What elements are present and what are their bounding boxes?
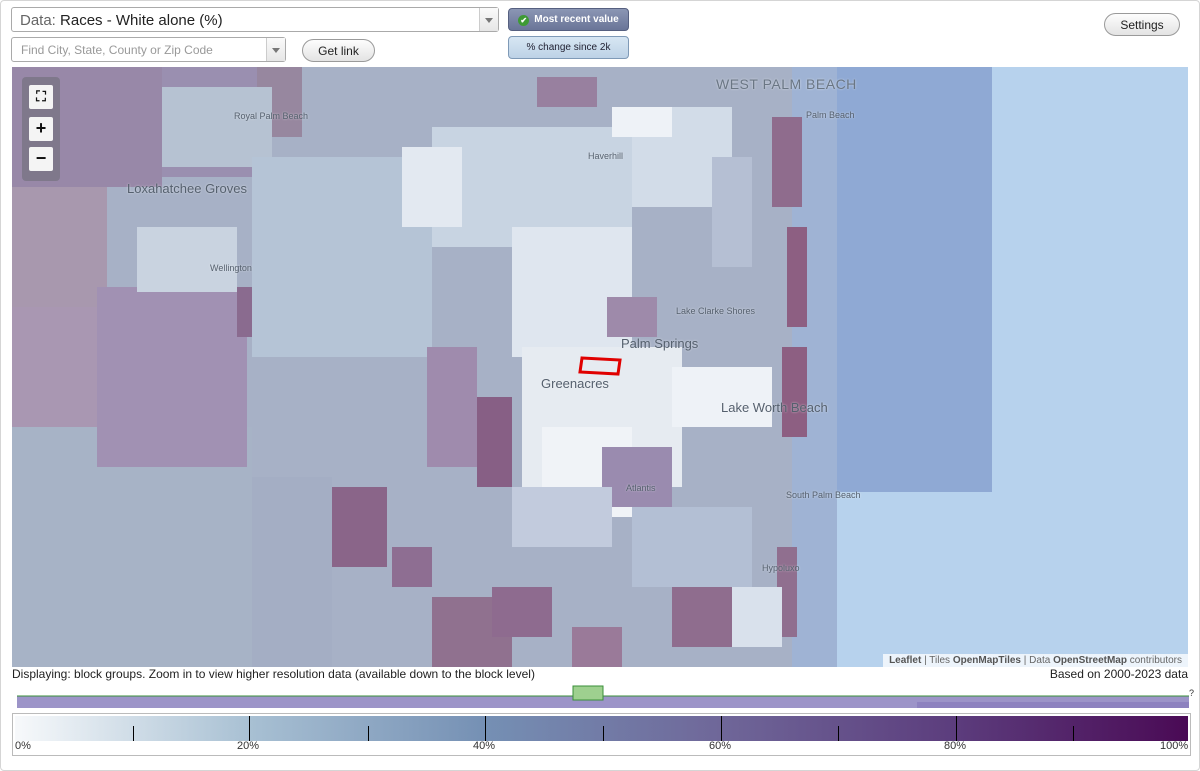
location-search-input[interactable]: Find City, State, County or Zip Code — [11, 37, 286, 62]
legend-minor-tick — [368, 726, 369, 741]
place-west-palm-beach: WEST PALM BEACH — [716, 76, 857, 92]
zoom-control: ⛶ + − — [22, 77, 60, 181]
fullscreen-icon[interactable]: ⛶ — [29, 85, 53, 109]
legend-label: 20% — [237, 740, 260, 752]
zoom-in-button[interactable]: + — [29, 117, 53, 141]
place-wellington: Wellington — [210, 263, 252, 273]
distribution-histogram — [17, 685, 1189, 708]
place-south-palm-beach: South Palm Beach — [786, 490, 861, 500]
histogram-help-icon[interactable]: ? — [1189, 688, 1194, 698]
chevron-down-icon[interactable] — [266, 38, 285, 61]
get-link-button[interactable]: Get link — [302, 39, 375, 62]
data-range-note: Based on 2000-2023 data — [1049, 667, 1188, 681]
place-loxahatchee-groves: Loxahatchee Groves — [127, 181, 247, 196]
place-royal-palm-beach: Royal Palm Beach — [234, 111, 309, 121]
legend-minor-tick — [838, 726, 839, 741]
settings-button[interactable]: Settings — [1104, 13, 1180, 36]
legend-gradient — [15, 716, 1188, 741]
zoom-out-button[interactable]: − — [29, 147, 53, 171]
legend-minor-tick — [1073, 726, 1074, 741]
legend-minor-tick — [133, 726, 134, 741]
legend-label: 40% — [473, 740, 496, 752]
openstreetmap-link[interactable]: OpenStreetMap — [1053, 655, 1127, 666]
data-variable-select[interactable]: Data: Races - White alone (%) — [11, 7, 499, 32]
legend-minor-tick — [603, 726, 604, 741]
place-atlantis: Atlantis — [626, 483, 656, 493]
place-hypoluxo: Hypoluxo — [762, 563, 800, 573]
legend-major-tick — [956, 716, 957, 741]
legend-label: 80% — [944, 740, 967, 752]
most-recent-value-button[interactable]: ✔ Most recent value — [508, 8, 629, 31]
check-icon: ✔ — [518, 15, 530, 26]
place-lake-clarke-shores: Lake Clarke Shores — [676, 306, 756, 316]
resolution-note: Displaying: block groups. Zoom in to vie… — [12, 667, 535, 681]
search-placeholder: Find City, State, County or Zip Code — [21, 43, 213, 57]
place-palm-springs: Palm Springs — [621, 336, 699, 351]
chevron-down-icon[interactable] — [479, 8, 498, 31]
openmaptiles-link[interactable]: OpenMapTiles — [953, 655, 1021, 666]
most-recent-label: Most recent value — [534, 14, 619, 25]
legend-major-tick — [485, 716, 486, 741]
place-lake-worth-beach: Lake Worth Beach — [721, 400, 828, 415]
legend-label: 0% — [15, 740, 31, 752]
place-haverhill: Haverhill — [588, 151, 624, 161]
data-value: Races - White alone (%) — [60, 12, 223, 29]
place-greenacres: Greenacres — [541, 376, 609, 391]
percent-change-button[interactable]: % change since 2k — [508, 36, 629, 59]
color-legend: 0% 20% 40% 60% 80% 100% — [12, 713, 1191, 756]
legend-major-tick — [249, 716, 250, 741]
legend-label: 100% — [1160, 740, 1189, 752]
legend-major-tick — [721, 716, 722, 741]
place-palm-beach: Palm Beach — [806, 110, 855, 120]
leaflet-link[interactable]: Leaflet — [889, 655, 921, 666]
map-attribution: Leaflet | Tiles OpenMapTiles | Data Open… — [883, 654, 1188, 667]
data-label: Data: — [20, 12, 56, 29]
choropleth-map[interactable]: ⛶ + − WEST PALM BEACH Royal Palm Beach P… — [12, 67, 1188, 667]
legend-label: 60% — [709, 740, 732, 752]
